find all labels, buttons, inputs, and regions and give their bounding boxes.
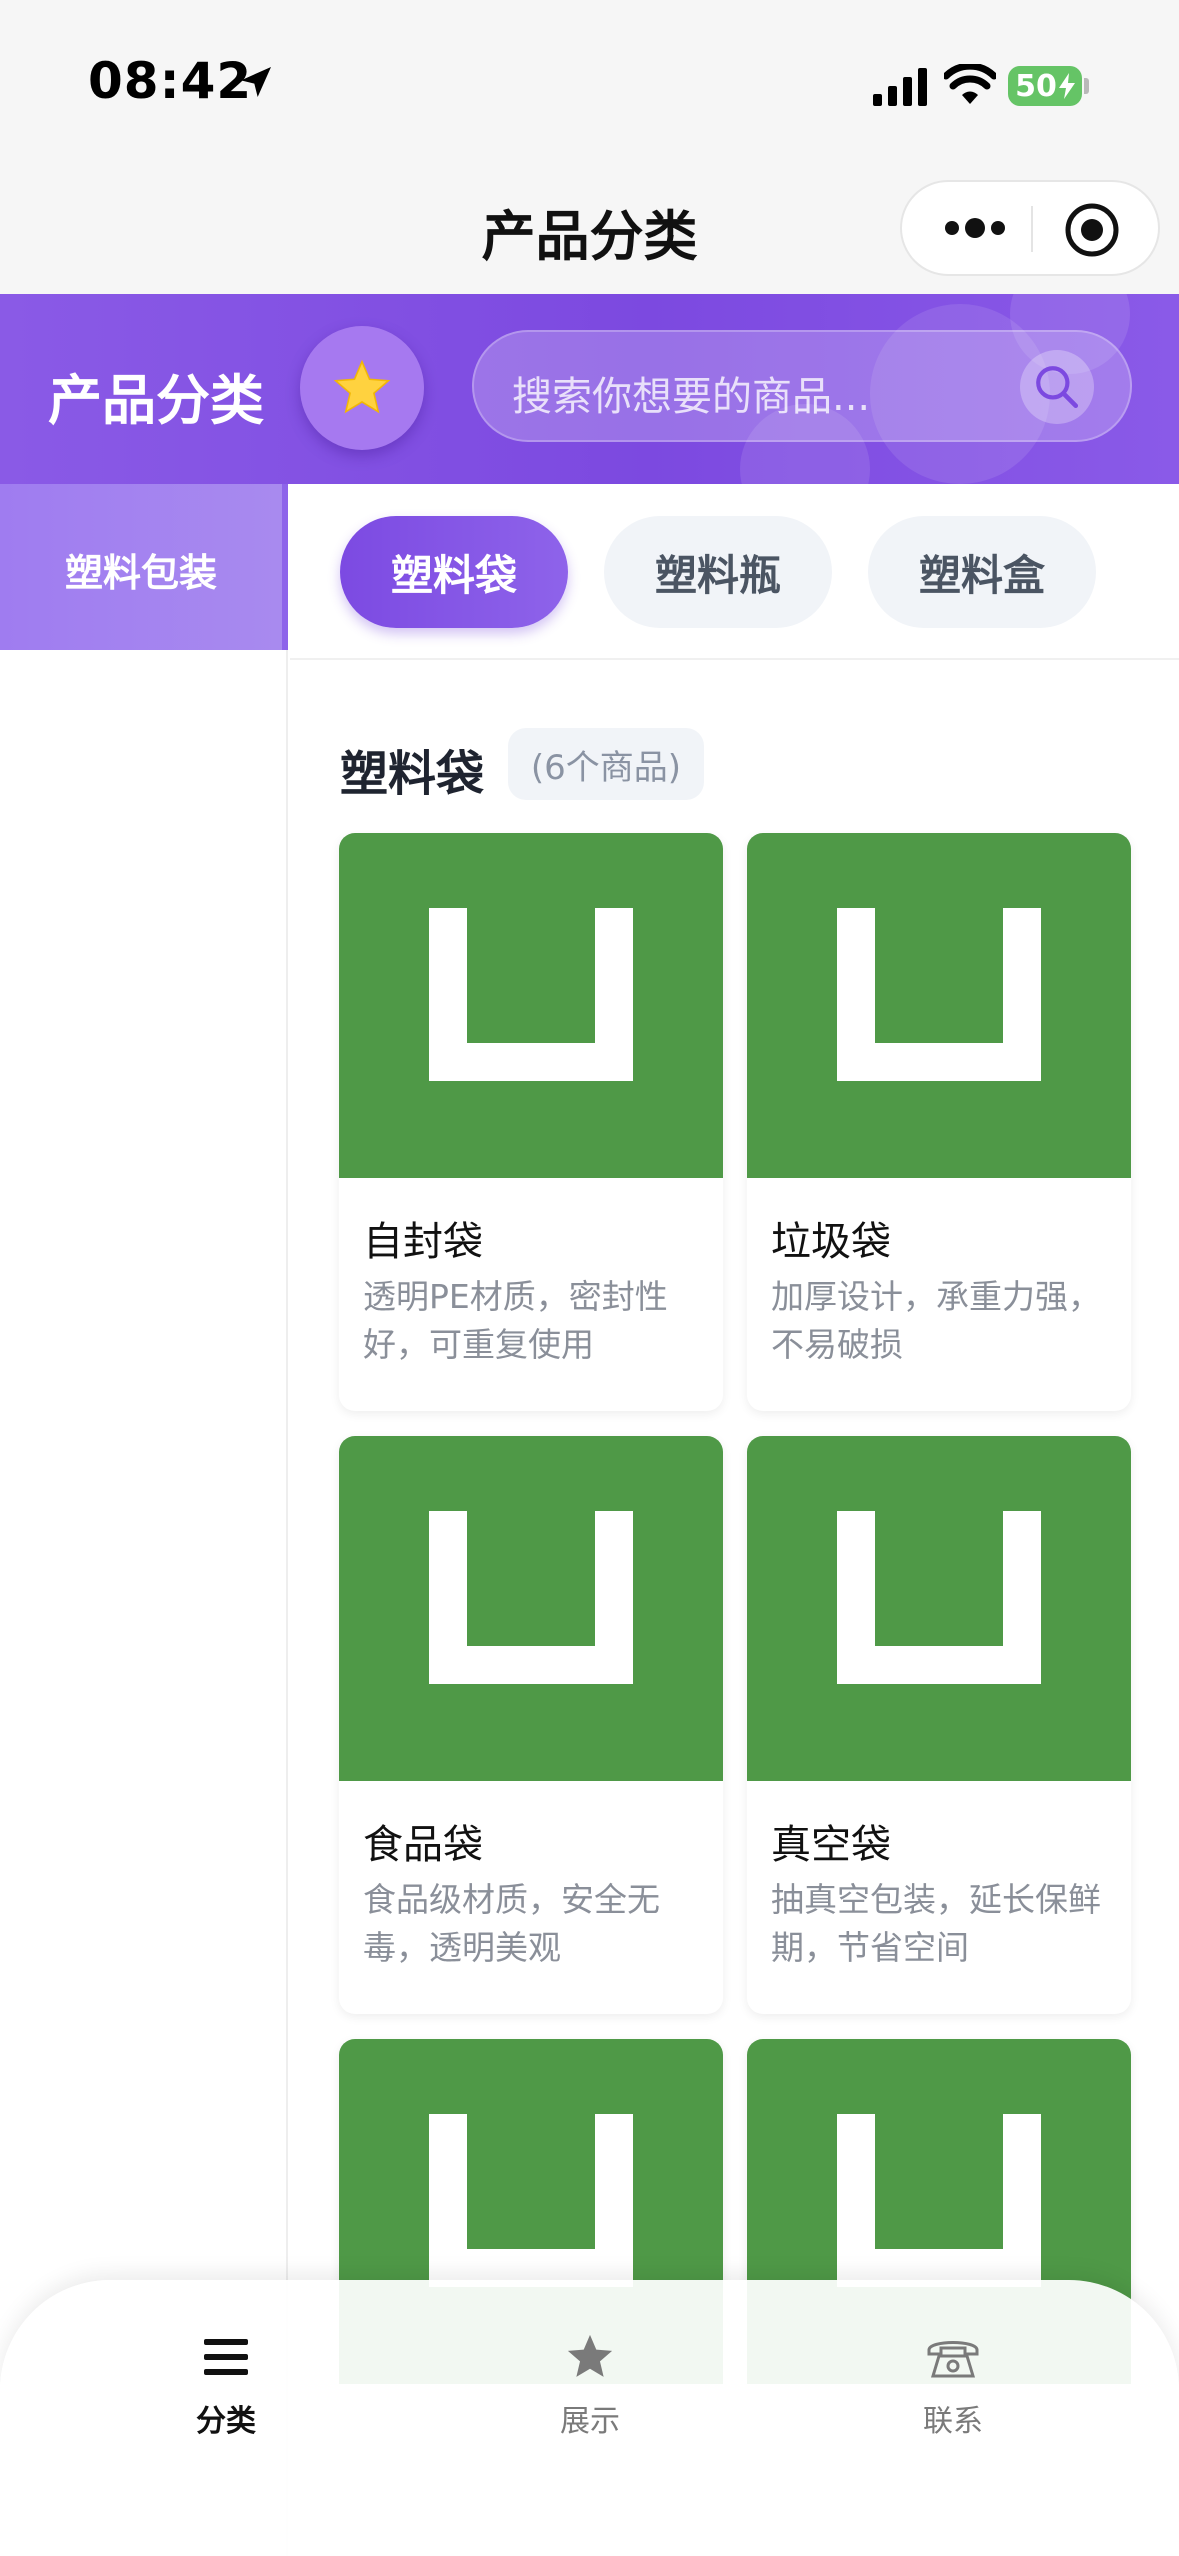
section-header: 塑料袋 (6个商品) <box>290 662 1179 830</box>
product-description: 食品级材质，安全无毒，透明美观 <box>363 1880 660 1967</box>
tab-plastic-bags[interactable]: 塑料袋 <box>340 516 568 628</box>
bottom-tab-category[interactable]: 分类 <box>126 2324 326 2454</box>
battery-level: 50 <box>1015 68 1057 104</box>
product-name: 垃圾袋 <box>771 1219 891 1265</box>
product-image <box>747 1436 1131 1781</box>
star-icon <box>333 359 391 414</box>
bottom-tab-label: 联系 <box>923 2404 983 2439</box>
bottom-tab-bar: 分类 展示 联系 <box>0 2280 1179 2556</box>
charging-bolt-icon <box>1058 73 1075 99</box>
nav-bar: 产品分类 <box>0 150 1179 294</box>
status-bar: 08:42 50 <box>0 0 1179 150</box>
product-card[interactable]: 自封袋 透明PE材质，密封性好，可重复使用 <box>339 833 723 1411</box>
status-time: 08:42 <box>88 52 253 110</box>
product-card[interactable]: 垃圾袋 加厚设计，承重力强，不易破损 <box>747 833 1131 1411</box>
product-description: 抽真空包装，延长保鲜期，节省空间 <box>771 1880 1101 1967</box>
product-description: 加厚设计，承重力强，不易破损 <box>771 1277 1101 1364</box>
placeholder-logo-icon <box>837 1511 1041 1684</box>
capsule-divider <box>1031 206 1033 252</box>
sidebar-item-label: 塑料包装 <box>64 551 217 595</box>
placeholder-logo-icon <box>429 908 633 1081</box>
wifi-icon <box>944 64 996 104</box>
header-star-badge <box>300 326 424 450</box>
product-image <box>339 1436 723 1781</box>
search-input[interactable]: 搜索你想要的商品... <box>472 330 1132 442</box>
product-image <box>747 833 1131 1178</box>
menu-icon <box>202 2324 250 2390</box>
bottom-tab-showcase[interactable]: 展示 <box>490 2324 690 2454</box>
battery-indicator: 50 <box>1008 66 1082 106</box>
product-image <box>339 833 723 1178</box>
phone-icon <box>925 2324 981 2390</box>
product-name: 食品袋 <box>363 1822 483 1868</box>
category-sidebar: 塑料包装 <box>0 484 288 2556</box>
product-card[interactable]: 真空袋 抽真空包装，延长保鲜期，节省空间 <box>747 1436 1131 2014</box>
battery-cap <box>1084 78 1089 94</box>
section-title: 塑料袋 <box>340 746 485 802</box>
product-name: 自封袋 <box>363 1219 483 1265</box>
search-button[interactable] <box>1020 350 1094 424</box>
search-icon <box>1036 366 1079 409</box>
product-count-badge: (6个商品) <box>508 728 704 800</box>
tab-plastic-bottles[interactable]: 塑料瓶 <box>604 516 832 628</box>
product-name: 真空袋 <box>771 1822 891 1868</box>
bottom-tab-contact[interactable]: 联系 <box>853 2324 1053 2454</box>
close-miniprogram-icon[interactable] <box>1064 202 1120 258</box>
product-card[interactable]: 食品袋 食品级材质，安全无毒，透明美观 <box>339 1436 723 2014</box>
placeholder-logo-icon <box>837 908 1041 1081</box>
bottom-tab-label: 展示 <box>560 2404 620 2439</box>
more-dots-icon[interactable] <box>940 208 1010 248</box>
sidebar-item-plastic-packaging[interactable]: 塑料包装 <box>0 484 288 650</box>
location-arrow-icon <box>241 67 271 97</box>
search-placeholder: 搜索你想要的商品... <box>512 374 871 420</box>
cellular-signal-icon <box>873 68 927 106</box>
miniprogram-capsule <box>900 180 1160 276</box>
header-title: 产品分类 <box>48 369 264 432</box>
star-icon <box>563 2324 617 2390</box>
category-header: 产品分类 搜索你想要的商品... <box>0 294 1179 484</box>
product-description: 透明PE材质，密封性好，可重复使用 <box>363 1277 668 1364</box>
subcategory-tabs: 塑料袋 塑料瓶 塑料盒 <box>290 484 1179 660</box>
bottom-tab-label: 分类 <box>196 2404 256 2439</box>
tab-plastic-boxes[interactable]: 塑料盒 <box>868 516 1096 628</box>
placeholder-logo-icon <box>429 1511 633 1684</box>
